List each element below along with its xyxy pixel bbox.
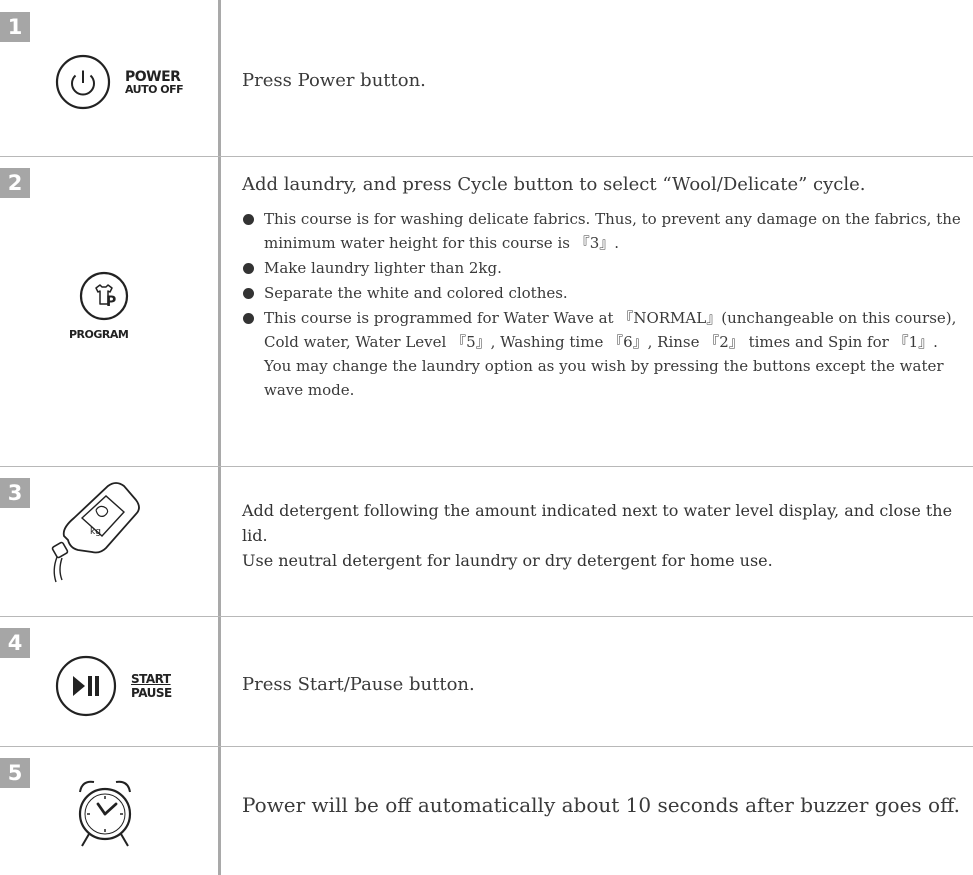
step-2-notes: This course is for washing delicate fabr… bbox=[242, 207, 964, 403]
program-label: PROGRAM bbox=[69, 328, 129, 341]
row-divider bbox=[0, 466, 973, 467]
note-item: This course is for washing delicate fabr… bbox=[242, 207, 964, 255]
step-3-line-2: Use neutral detergent for laundry or dry… bbox=[242, 551, 773, 570]
step-3-text: Add detergent following the amount indic… bbox=[242, 498, 962, 573]
step-3-line-1: Add detergent following the amount indic… bbox=[242, 501, 953, 545]
pause-label: PAUSE bbox=[131, 686, 172, 700]
power-button-icon bbox=[55, 54, 111, 110]
power-label: POWER bbox=[125, 69, 181, 85]
note-item: This course is programmed for Water Wave… bbox=[242, 306, 964, 402]
row-divider bbox=[0, 616, 973, 617]
svg-text:P: P bbox=[106, 294, 116, 310]
step-4-text: Press Start/Pause button. bbox=[242, 674, 475, 695]
step-4-number: 4 bbox=[0, 628, 30, 658]
start-pause-button-icon bbox=[55, 655, 117, 717]
step-1-number: 1 bbox=[0, 12, 30, 42]
alarm-clock-icon bbox=[78, 780, 132, 847]
step-2-number: 2 bbox=[0, 168, 30, 198]
detergent-bottle-icon: kg bbox=[51, 482, 140, 583]
step-3-number: 3 bbox=[0, 478, 30, 508]
note-item: Separate the white and colored clothes. bbox=[242, 281, 964, 305]
program-button-icon: P bbox=[79, 271, 129, 321]
step-1-text: Press Power button. bbox=[242, 70, 426, 91]
row-divider bbox=[0, 156, 973, 157]
svg-text:kg: kg bbox=[90, 527, 101, 537]
row-divider bbox=[0, 746, 973, 747]
step-5-number: 5 bbox=[0, 758, 30, 788]
step-5-text: Power will be off automatically about 10… bbox=[242, 793, 960, 817]
start-label: START bbox=[131, 672, 171, 686]
step-column-divider bbox=[218, 0, 221, 875]
auto-off-label: AUTO OFF bbox=[125, 83, 184, 96]
step-2-text: Add laundry, and press Cycle button to s… bbox=[242, 174, 866, 195]
note-item: Make laundry lighter than 2kg. bbox=[242, 256, 964, 280]
